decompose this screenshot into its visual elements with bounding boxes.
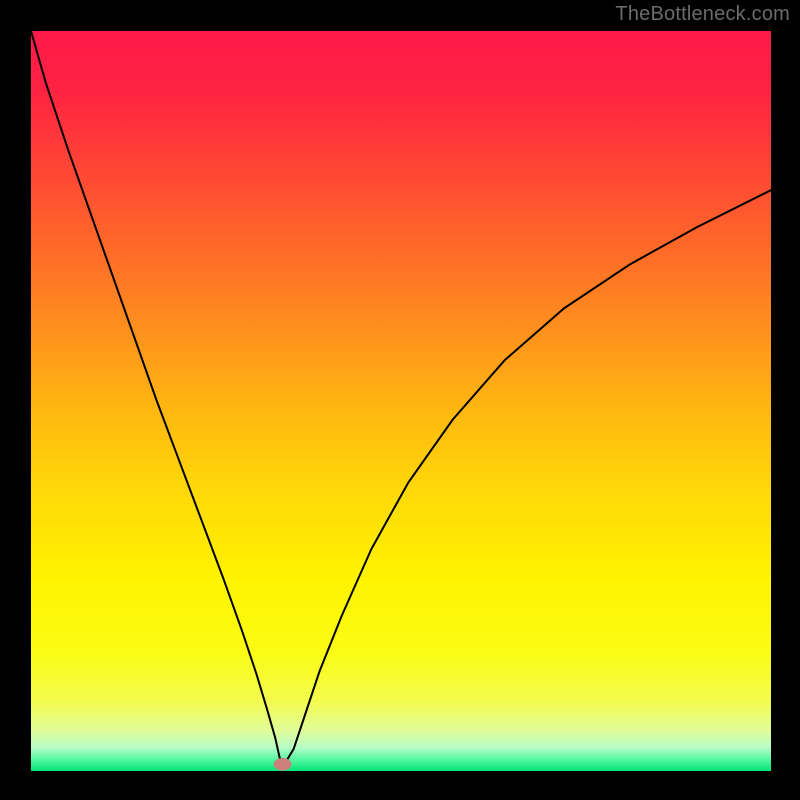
watermark-text: TheBottleneck.com [615, 3, 790, 26]
chart-stage: TheBottleneck.com [0, 0, 800, 800]
heat-gradient [31, 31, 771, 771]
plot-area [31, 31, 771, 771]
